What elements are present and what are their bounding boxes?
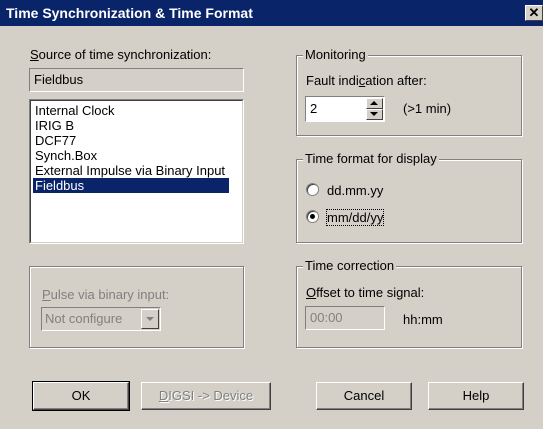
source-listbox[interactable]: Internal Clock IRIG B DCF77 Synch.Box Ex… [29,99,244,244]
pulse-select[interactable]: Not configure [41,307,161,331]
ok-button[interactable]: OK [32,381,130,411]
time-format-group-title: Time format for display [303,151,439,166]
list-item[interactable]: DCF77 [33,133,229,148]
chevron-down-icon [146,317,154,321]
arrow-up-icon [370,101,378,105]
list-item[interactable]: IRIG B [33,118,229,133]
source-label: Source of time synchronization: [30,47,212,62]
stepper-up-button[interactable] [366,98,383,109]
cancel-button[interactable]: Cancel [316,382,412,410]
dialog: Time Synchronization & Time Format ✕ Sou… [0,0,543,429]
fault-indication-label: Fault indication after: [306,73,427,88]
fault-indication-stepper[interactable]: 2 [305,96,385,122]
offset-input[interactable]: 00:00 [305,306,385,330]
help-button[interactable]: Help [428,382,524,410]
radio-label: dd.mm.yy [327,183,384,198]
radio-mm-dd-yy[interactable]: mm/dd/yy [306,209,456,227]
source-current-value-field: Fieldbus [29,68,244,92]
pulse-dropdown-button[interactable] [141,309,159,329]
list-item[interactable]: External Impulse via Binary Input [33,163,229,178]
stepper-down-button[interactable] [366,109,383,120]
arrow-down-icon [370,112,378,116]
time-correction-group-title: Time correction [303,258,397,273]
list-item[interactable]: Internal Clock [33,103,229,118]
close-icon: ✕ [528,5,540,20]
radio-button[interactable] [306,183,319,196]
offset-value: 00:00 [310,310,343,325]
window-title: Time Synchronization & Time Format [6,5,253,21]
pulse-label: Pulse via binary input: [42,287,170,302]
digsi-to-device-button[interactable]: DIGSI -> Device [141,382,271,410]
close-button[interactable]: ✕ [525,5,543,21]
list-item[interactable]: Synch.Box [33,148,229,163]
monitoring-group-title: Monitoring [303,47,368,62]
source-current-value: Fieldbus [34,72,84,87]
time-format-group [296,159,522,243]
title-bar[interactable]: Time Synchronization & Time Format ✕ [0,0,543,26]
radio-dd-mm-yy[interactable]: dd.mm.yy [306,182,456,200]
list-item-selected[interactable]: Fieldbus [33,178,229,193]
offset-unit: hh:mm [403,312,443,327]
offset-label: Offset to time signal: [306,285,425,300]
pulse-select-value: Not configure [45,311,123,326]
radio-dot-icon [310,214,315,219]
listbox-inner: Internal Clock IRIG B DCF77 Synch.Box Ex… [30,100,243,243]
radio-label: mm/dd/yy [325,209,385,226]
radio-button-checked[interactable] [306,210,319,223]
fault-indication-input[interactable]: 2 [310,101,317,116]
fault-indication-unit: (>1 min) [403,101,452,116]
